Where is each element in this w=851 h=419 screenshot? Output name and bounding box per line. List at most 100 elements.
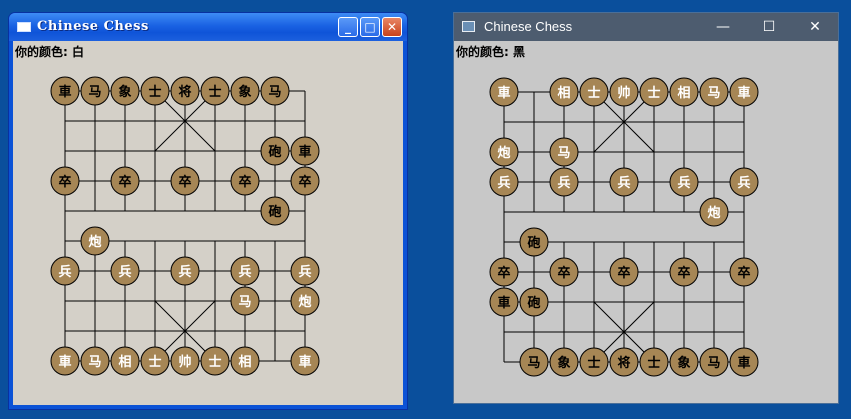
chess-piece[interactable]: 炮: [489, 137, 519, 167]
piece-label: 車: [58, 354, 71, 370]
chess-piece[interactable]: 将: [609, 347, 639, 377]
chess-piece[interactable]: 砲: [260, 136, 290, 166]
chess-piece[interactable]: 象: [549, 347, 579, 377]
piece-label: 马: [707, 86, 720, 101]
chess-piece[interactable]: 将: [170, 76, 200, 106]
chess-piece[interactable]: 砲: [260, 196, 290, 226]
chess-piece[interactable]: 兵: [729, 167, 759, 197]
chess-piece[interactable]: 帅: [609, 77, 639, 107]
chess-piece[interactable]: 士: [639, 77, 669, 107]
close-button[interactable]: ✕: [792, 13, 838, 41]
chess-piece[interactable]: 車: [729, 77, 759, 107]
chess-piece[interactable]: 兵: [669, 167, 699, 197]
chess-piece[interactable]: 車: [290, 346, 320, 376]
piece-label: 炮: [298, 294, 311, 310]
chess-piece[interactable]: 象: [669, 347, 699, 377]
chess-piece[interactable]: 兵: [170, 256, 200, 286]
piece-label: 兵: [677, 175, 690, 191]
piece-label: 士: [647, 355, 660, 371]
chess-board[interactable]: 車马象士将士象马砲 車卒卒卒卒卒砲炮兵兵兵兵兵马 炮車马相士帅士相車: [13, 41, 403, 405]
close-button[interactable]: ✕: [382, 17, 402, 37]
minimize-button[interactable]: _: [338, 17, 358, 37]
chess-piece[interactable]: 士: [200, 346, 230, 376]
chess-piece[interactable]: 兵: [50, 256, 80, 286]
chess-piece[interactable]: 卒: [110, 166, 140, 196]
chess-piece[interactable]: 車: [489, 287, 519, 317]
chess-piece[interactable]: 炮: [699, 197, 729, 227]
chess-piece[interactable]: 砲: [519, 227, 549, 257]
maximize-button[interactable]: ☐: [746, 13, 792, 41]
chess-piece[interactable]: 马: [80, 346, 110, 376]
piece-label: 砲: [267, 204, 281, 220]
chess-board[interactable]: 車相士帅士相马車炮 马兵兵兵兵兵炮砲卒卒卒卒卒車 砲马象士将士象马車: [454, 41, 838, 403]
chess-piece[interactable]: 帅: [170, 346, 200, 376]
chess-piece[interactable]: 卒: [50, 166, 80, 196]
chess-piece[interactable]: 相: [230, 346, 260, 376]
chess-piece[interactable]: 卒: [549, 257, 579, 287]
chess-piece[interactable]: 卒: [290, 166, 320, 196]
piece-label: 士: [587, 85, 600, 101]
piece-label: 炮: [88, 234, 101, 250]
chess-piece[interactable]: 兵: [549, 167, 579, 197]
chess-piece[interactable]: 兵: [230, 256, 260, 286]
piece-label: 炮: [707, 205, 720, 221]
piece-label: 兵: [557, 175, 570, 191]
chess-piece[interactable]: 相: [549, 77, 579, 107]
chess-piece[interactable]: 马: [549, 137, 579, 167]
chess-piece[interactable]: 士: [579, 347, 609, 377]
chess-piece[interactable]: 車: [729, 347, 759, 377]
chess-piece[interactable]: 兵: [110, 256, 140, 286]
chess-piece[interactable]: 象: [110, 76, 140, 106]
chess-piece[interactable]: 士: [140, 76, 170, 106]
piece-label: 马: [238, 295, 251, 310]
chess-piece[interactable]: 士: [579, 77, 609, 107]
minimize-button[interactable]: —: [700, 13, 746, 41]
chess-piece[interactable]: 砲: [519, 287, 549, 317]
piece-label: 卒: [58, 174, 71, 190]
chess-piece[interactable]: 卒: [609, 257, 639, 287]
piece-label: 兵: [737, 175, 750, 191]
maximize-button[interactable]: □: [360, 17, 380, 37]
chess-piece[interactable]: 卒: [230, 166, 260, 196]
window-app-icon: [462, 21, 475, 32]
chess-piece[interactable]: 炮: [80, 226, 110, 256]
chess-piece[interactable]: 马: [699, 347, 729, 377]
chess-piece[interactable]: 兵: [489, 167, 519, 197]
chess-piece[interactable]: 卒: [489, 257, 519, 287]
chess-piece[interactable]: 車: [489, 77, 519, 107]
piece-label: 象: [118, 84, 131, 100]
chess-piece[interactable]: 車: [290, 136, 320, 166]
board-grid: [64, 90, 306, 362]
chess-piece[interactable]: 兵: [609, 167, 639, 197]
piece-label: 士: [587, 355, 600, 371]
xp-title-bar[interactable]: Chinese Chess _ □ ✕: [9, 13, 407, 41]
chess-piece[interactable]: 士: [140, 346, 170, 376]
window-client-area: 你的颜色: 黑 車相士帅士相马車炮马兵兵兵兵兵炮砲卒卒卒卒卒車砲马象士将士象马車: [454, 41, 838, 403]
piece-label: 马: [707, 356, 720, 371]
chess-piece[interactable]: 马: [260, 76, 290, 106]
chess-piece[interactable]: 士: [200, 76, 230, 106]
chess-piece[interactable]: 車: [50, 76, 80, 106]
piece-label: 象: [557, 355, 570, 371]
chess-piece[interactable]: 马: [519, 347, 549, 377]
piece-label: 将: [617, 355, 630, 371]
piece-label: 士: [208, 354, 221, 370]
chess-piece[interactable]: 卒: [669, 257, 699, 287]
piece-label: 卒: [497, 265, 510, 281]
win10-title-bar[interactable]: Chinese Chess — ☐ ✕: [454, 13, 838, 41]
chess-piece[interactable]: 马: [699, 77, 729, 107]
chess-piece[interactable]: 卒: [170, 166, 200, 196]
piece-label: 马: [88, 85, 101, 100]
chess-piece[interactable]: 卒: [729, 257, 759, 287]
piece-label: 炮: [497, 145, 510, 161]
piece-label: 兵: [238, 264, 251, 280]
chess-piece[interactable]: 相: [110, 346, 140, 376]
chess-piece[interactable]: 兵: [290, 256, 320, 286]
chess-piece[interactable]: 炮: [290, 286, 320, 316]
chess-piece[interactable]: 象: [230, 76, 260, 106]
chess-piece[interactable]: 相: [669, 77, 699, 107]
chess-piece[interactable]: 車: [50, 346, 80, 376]
chess-piece[interactable]: 士: [639, 347, 669, 377]
chess-piece[interactable]: 马: [230, 286, 260, 316]
chess-piece[interactable]: 马: [80, 76, 110, 106]
